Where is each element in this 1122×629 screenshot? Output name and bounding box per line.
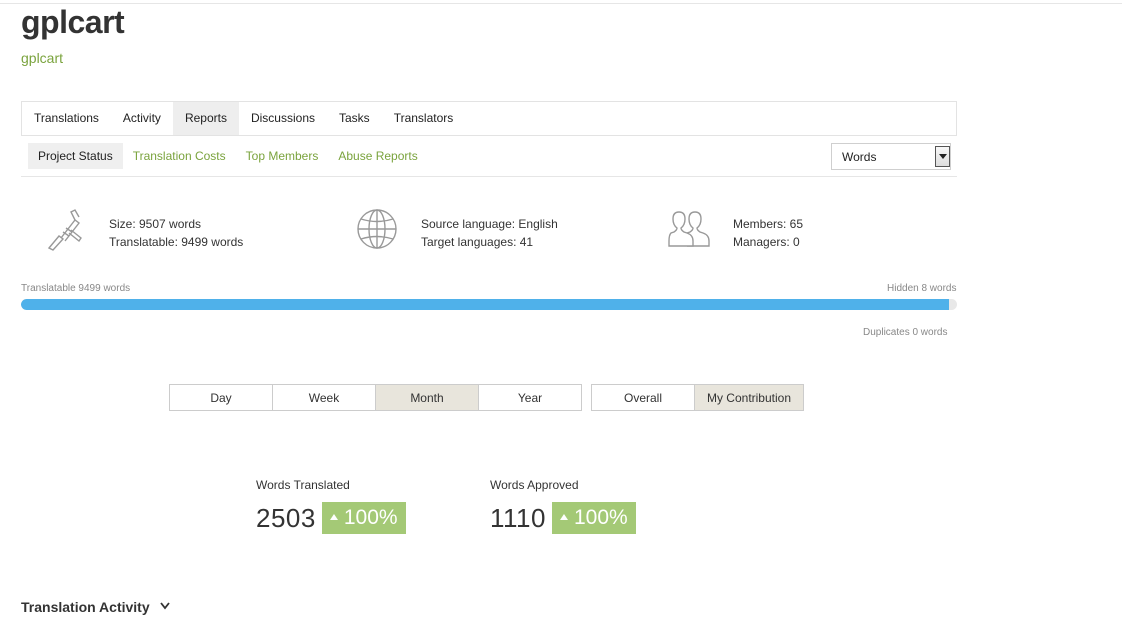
subtab-abuse-reports[interactable]: Abuse Reports [328, 143, 427, 169]
progress-fill [21, 299, 950, 310]
period-year-button[interactable]: Year [478, 384, 582, 411]
duplicates-label: Duplicates 0 words [863, 327, 948, 338]
change-value: 100% [343, 506, 398, 529]
users-icon [668, 211, 710, 247]
translatable-line: Translatable: 9499 words [109, 235, 244, 249]
scope-my-contribution-button[interactable]: My Contribution [694, 384, 804, 411]
target-languages-line: Target languages: 41 [421, 235, 534, 249]
arrow-up-icon [329, 514, 338, 520]
report-subtabs: Project Status Translation Costs Top Mem… [28, 143, 428, 169]
chevron-down-icon[interactable] [935, 146, 950, 167]
tab-activity[interactable]: Activity [111, 102, 173, 135]
tab-discussions[interactable]: Discussions [239, 102, 327, 135]
scope-selector: Overall My Contribution [591, 384, 804, 411]
metric-words-approved: Words Approved 1110 100% [490, 478, 636, 534]
hidden-bar-label: Hidden 8 words [887, 283, 957, 294]
metric-value: 1110 [490, 502, 546, 533]
size-line: Size: 9507 words [109, 217, 202, 231]
subtab-translation-costs[interactable]: Translation Costs [123, 143, 236, 169]
globe-icon [357, 209, 397, 249]
change-badge: 100% [551, 502, 636, 534]
section-title: Translation Activity [21, 599, 150, 615]
arrow-up-icon [559, 514, 568, 520]
tab-tasks[interactable]: Tasks [327, 102, 382, 135]
period-day-button[interactable]: Day [169, 384, 273, 411]
tab-translators[interactable]: Translators [382, 102, 466, 135]
metric-label: Words Translated [256, 478, 350, 492]
project-subtitle[interactable]: gplcart [21, 50, 63, 66]
members-line: Members: 65 [733, 217, 804, 231]
translatable-bar-label: Translatable 9499 words [21, 283, 131, 294]
subtab-project-status[interactable]: Project Status [28, 143, 123, 169]
subtab-top-members[interactable]: Top Members [236, 143, 329, 169]
source-language-line: Source language: English [421, 217, 558, 231]
tab-reports[interactable]: Reports [172, 102, 239, 135]
chevron-down-icon [159, 602, 170, 610]
top-divider [0, 3, 1122, 4]
period-selector: Day Week Month Year [169, 384, 582, 411]
managers-line: Managers: 0 [733, 235, 800, 249]
change-value: 100% [573, 506, 628, 529]
metric-value: 2503 [256, 502, 316, 533]
translatable-progress-bar [21, 299, 957, 310]
unit-select-value: Words [842, 150, 877, 164]
change-badge: 100% [321, 502, 406, 534]
unit-select[interactable]: Words [831, 143, 951, 170]
caliper-icon [47, 209, 82, 251]
metric-words-translated: Words Translated 2503 100% [256, 478, 406, 534]
metric-label: Words Approved [490, 478, 579, 492]
main-tabs: Translations Activity Reports Discussion… [21, 101, 957, 136]
translation-activity-toggle[interactable]: Translation Activity [21, 599, 170, 615]
project-title: gplcart [21, 4, 125, 40]
period-month-button[interactable]: Month [375, 384, 479, 411]
period-week-button[interactable]: Week [272, 384, 376, 411]
subtabs-divider [21, 176, 957, 177]
tab-translations[interactable]: Translations [22, 102, 111, 135]
scope-overall-button[interactable]: Overall [591, 384, 695, 411]
